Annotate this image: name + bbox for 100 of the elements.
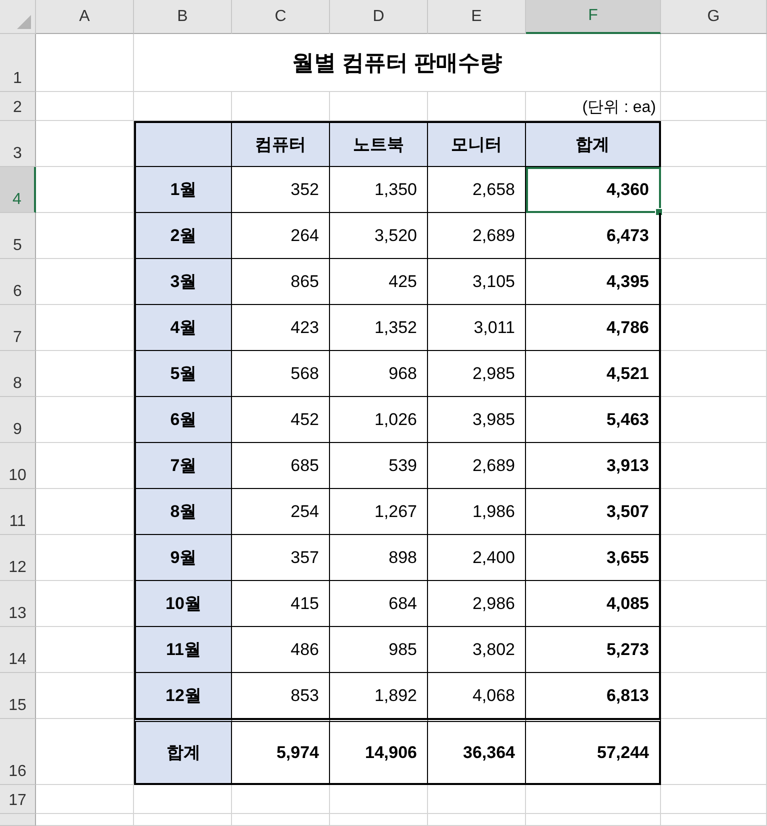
empty-cell[interactable] <box>134 814 232 826</box>
column-header[interactable]: C <box>232 0 330 34</box>
month-label-cell: 8월 <box>134 489 232 535</box>
table-cell: 1,267 <box>330 489 428 535</box>
row-header[interactable]: 9 <box>0 397 36 443</box>
title-cell[interactable]: 월별 컴퓨터 판매수량 <box>134 34 661 92</box>
empty-cell[interactable] <box>134 785 232 814</box>
sheet-title: 월별 컴퓨터 판매수량 <box>292 48 502 76</box>
empty-cell[interactable] <box>661 535 767 581</box>
table-cell[interactable]: 4,786 <box>526 305 661 351</box>
row-header[interactable]: 13 <box>0 581 36 627</box>
empty-cell[interactable] <box>526 814 661 826</box>
empty-cell[interactable] <box>661 627 767 673</box>
table-header-cell: 모니터 <box>428 121 526 167</box>
empty-cell[interactable] <box>232 814 330 826</box>
table-cell[interactable]: 3,507 <box>526 489 661 535</box>
row-header[interactable]: 11 <box>0 489 36 535</box>
empty-cell[interactable] <box>661 581 767 627</box>
row-header[interactable]: 6 <box>0 259 36 305</box>
empty-cell[interactable] <box>232 785 330 814</box>
row-header[interactable]: 4 <box>0 167 36 213</box>
table-cell[interactable]: 4,360 <box>526 167 661 213</box>
fill-handle[interactable] <box>655 208 663 216</box>
empty-cell[interactable] <box>526 785 661 814</box>
table-cell: 486 <box>232 627 330 673</box>
month-label-cell: 5월 <box>134 351 232 397</box>
table-cell[interactable]: 5,273 <box>526 627 661 673</box>
empty-cell[interactable] <box>661 351 767 397</box>
row-header[interactable]: 5 <box>0 213 36 259</box>
table-cell: 3,105 <box>428 259 526 305</box>
column-header[interactable]: E <box>428 0 526 34</box>
table-cell: 357 <box>232 535 330 581</box>
table-cell: 539 <box>330 443 428 489</box>
empty-cell[interactable] <box>661 213 767 259</box>
table-cell: 3,520 <box>330 213 428 259</box>
row-header[interactable]: 1 <box>0 34 36 92</box>
table-cell[interactable]: 6,813 <box>526 673 661 719</box>
select-all-icon[interactable] <box>17 15 31 29</box>
empty-cell[interactable] <box>661 34 767 92</box>
empty-cell[interactable] <box>661 443 767 489</box>
column-header[interactable]: G <box>661 0 767 34</box>
row-header[interactable]: 16 <box>0 719 36 785</box>
select-all-corner[interactable] <box>0 0 36 34</box>
row-header[interactable]: 7 <box>0 305 36 351</box>
empty-cell[interactable] <box>661 489 767 535</box>
empty-cell[interactable] <box>661 92 767 121</box>
empty-cell[interactable] <box>661 259 767 305</box>
column-header[interactable]: A <box>36 0 134 34</box>
row-header[interactable]: 15 <box>0 673 36 719</box>
table-cell: 2,689 <box>428 443 526 489</box>
table-cell[interactable]: 5,463 <box>526 397 661 443</box>
empty-cell[interactable] <box>330 814 428 826</box>
table-cell: 568 <box>232 351 330 397</box>
table-cell: 865 <box>232 259 330 305</box>
table-cell[interactable]: 4,085 <box>526 581 661 627</box>
empty-cell[interactable] <box>661 305 767 351</box>
table-cell: 2,986 <box>428 581 526 627</box>
column-header[interactable]: B <box>134 0 232 34</box>
empty-cell[interactable] <box>428 814 526 826</box>
row-header[interactable]: 17 <box>0 785 36 814</box>
row-header[interactable]: 2 <box>0 92 36 121</box>
table-cell[interactable]: 4,395 <box>526 259 661 305</box>
table-cell: 3,985 <box>428 397 526 443</box>
table-cell: 14,906 <box>330 719 428 785</box>
table-cell[interactable]: 3,655 <box>526 535 661 581</box>
row-header[interactable]: 14 <box>0 627 36 673</box>
column-header[interactable]: F <box>526 0 661 34</box>
empty-cell[interactable] <box>661 719 767 785</box>
table-header-cell: 합계 <box>526 121 661 167</box>
empty-cell[interactable] <box>661 814 767 826</box>
table-cell: 452 <box>232 397 330 443</box>
table-cell[interactable]: 3,913 <box>526 443 661 489</box>
empty-cell[interactable] <box>661 673 767 719</box>
table-cell: 2,658 <box>428 167 526 213</box>
table-header-cell: 노트북 <box>330 121 428 167</box>
month-label-cell: 1월 <box>134 167 232 213</box>
row-header[interactable]: 8 <box>0 351 36 397</box>
column-header[interactable]: D <box>330 0 428 34</box>
row-header[interactable]: 12 <box>0 535 36 581</box>
row-header[interactable]: 3 <box>0 121 36 167</box>
empty-cell[interactable] <box>661 167 767 213</box>
empty-cell[interactable] <box>661 785 767 814</box>
table-cell: 352 <box>232 167 330 213</box>
table-cell: 423 <box>232 305 330 351</box>
empty-cell[interactable] <box>428 785 526 814</box>
empty-cell[interactable] <box>661 397 767 443</box>
table-cell[interactable]: 4,521 <box>526 351 661 397</box>
table-cell: 3,802 <box>428 627 526 673</box>
table-cell: 1,352 <box>330 305 428 351</box>
month-label-cell: 7월 <box>134 443 232 489</box>
row-header[interactable] <box>0 814 36 826</box>
table-cell: 1,026 <box>330 397 428 443</box>
table-cell: 36,364 <box>428 719 526 785</box>
table-cell: 2,400 <box>428 535 526 581</box>
unit-label: (단위 : ea) <box>582 98 656 118</box>
table-cell[interactable]: 6,473 <box>526 213 661 259</box>
table-cell: 898 <box>330 535 428 581</box>
row-header[interactable]: 10 <box>0 443 36 489</box>
empty-cell[interactable] <box>330 785 428 814</box>
month-label-cell: 2월 <box>134 213 232 259</box>
